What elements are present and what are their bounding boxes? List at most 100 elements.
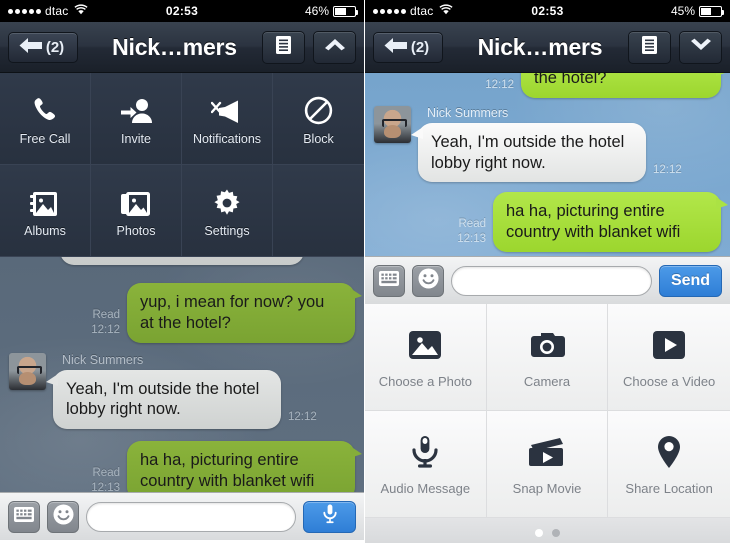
message-meta: Read 12:13 bbox=[457, 217, 486, 248]
read-status-label: Read bbox=[92, 308, 121, 321]
menu-item-free-call[interactable]: Free Call bbox=[0, 73, 91, 165]
message-row-in: Nick Summers Yeah, I'm outside the hotel… bbox=[365, 105, 730, 183]
menu-row-2: Albums Photos Settings bbox=[0, 165, 364, 257]
menu-item-photos[interactable]: Photos bbox=[91, 165, 182, 257]
video-play-icon bbox=[652, 326, 686, 364]
left-nav-actions bbox=[262, 30, 356, 64]
wifi-icon bbox=[74, 4, 89, 18]
message-bubble[interactable]: Yeah, I'm outside the hotel lobby right … bbox=[46, 369, 281, 430]
page-dot-1[interactable] bbox=[535, 529, 543, 537]
battery-percent-label: 46% bbox=[304, 4, 329, 18]
back-button[interactable]: (2) bbox=[8, 31, 78, 63]
expand-toggle-button[interactable] bbox=[313, 30, 356, 64]
voice-message-button[interactable] bbox=[303, 500, 356, 533]
add-person-icon bbox=[120, 91, 152, 125]
send-button[interactable]: Send bbox=[659, 264, 722, 297]
right-nav-actions bbox=[628, 30, 722, 64]
list-menu-icon bbox=[642, 35, 657, 59]
attachment-page-indicator[interactable] bbox=[365, 518, 730, 543]
gear-icon bbox=[213, 183, 241, 217]
emoji-button[interactable] bbox=[47, 500, 79, 533]
right-input-bar: Send bbox=[365, 256, 730, 304]
back-button-count: (2) bbox=[45, 38, 65, 56]
attachment-label: Camera bbox=[523, 373, 571, 389]
signal-dots-icon bbox=[373, 8, 406, 14]
menu-item-albums[interactable]: Albums bbox=[0, 165, 91, 257]
message-bubble[interactable]: Yeah, I'm outside the hotel lobby right … bbox=[411, 122, 646, 183]
menu-item-label: Invite bbox=[121, 132, 151, 146]
battery-icon bbox=[333, 5, 358, 17]
attachment-audio-message[interactable]: Audio Message bbox=[365, 411, 487, 518]
left-screen: dtac 02:53 46% (2) Nick…mers Free Call I… bbox=[0, 0, 365, 543]
right-status-carrier-group: dtac bbox=[373, 4, 454, 18]
message-input[interactable] bbox=[86, 501, 296, 532]
attachment-choose-a-video[interactable]: Choose a Video bbox=[608, 304, 730, 411]
smiley-icon bbox=[53, 504, 74, 530]
emoji-button[interactable] bbox=[412, 264, 444, 297]
attachment-choose-a-photo[interactable]: Choose a Photo bbox=[365, 304, 487, 411]
back-arrow-icon bbox=[18, 37, 44, 58]
left-chat-area[interactable]: Read 12:12 yup, i mean for now? you at t… bbox=[0, 257, 364, 492]
right-screen: dtac 02:53 45% (2) Nick…mers 12:12 the h… bbox=[365, 0, 730, 543]
muted-megaphone-icon bbox=[211, 91, 243, 125]
message-row-in: Nick Summers Yeah, I'm outside the hotel… bbox=[0, 352, 364, 430]
back-button[interactable]: (2) bbox=[373, 31, 443, 63]
avatar[interactable] bbox=[374, 105, 411, 143]
message-bubble[interactable]: ha ha, picturing entire country with bla… bbox=[127, 441, 362, 492]
camera-icon bbox=[529, 326, 565, 364]
message-bubble[interactable]: ha ha, picturing entire country with bla… bbox=[493, 192, 728, 252]
sender-name-label: Nick Summers bbox=[427, 105, 509, 120]
menu-item-settings[interactable]: Settings bbox=[182, 165, 273, 257]
message-row-out: Read 12:12 the hotel? bbox=[365, 73, 730, 98]
battery-percent-label: 45% bbox=[670, 4, 695, 18]
menu-item-label: Free Call bbox=[19, 132, 71, 146]
avatar[interactable] bbox=[9, 352, 46, 390]
attachment-label: Audio Message bbox=[380, 480, 471, 496]
message-meta: Read 12:12 bbox=[485, 73, 514, 94]
partial-bubble-top bbox=[60, 257, 304, 265]
chevron-down-icon bbox=[690, 38, 712, 56]
attachment-snap-movie[interactable]: Snap Movie bbox=[486, 411, 609, 518]
menu-item-block[interactable]: Block bbox=[273, 73, 364, 165]
right-status-battery-group: 45% bbox=[670, 4, 724, 18]
attachment-label: Choose a Video bbox=[623, 373, 716, 389]
wifi-icon bbox=[439, 4, 454, 18]
menu-item-label: Settings bbox=[204, 224, 250, 238]
attachment-share-location[interactable]: Share Location bbox=[608, 411, 730, 518]
message-time-label: 12:12 bbox=[653, 163, 682, 176]
message-row-out: Read 12:13 ha ha, picturing entire count… bbox=[365, 192, 730, 252]
collapse-toggle-button[interactable] bbox=[679, 30, 722, 64]
page-dot-2[interactable] bbox=[552, 529, 560, 537]
message-in-column: Nick Summers Yeah, I'm outside the hotel… bbox=[411, 105, 682, 183]
albums-icon bbox=[30, 183, 60, 217]
list-menu-button[interactable] bbox=[262, 30, 305, 64]
keyboard-button[interactable] bbox=[373, 264, 405, 297]
attachment-row-2: Audio Message Snap Movie Share Location bbox=[365, 411, 730, 518]
carrier-label: dtac bbox=[410, 4, 434, 18]
right-chat-area[interactable]: Read 12:12 the hotel? Nick Summers Yeah,… bbox=[365, 73, 730, 256]
attachment-camera[interactable]: Camera bbox=[486, 304, 609, 411]
menu-item-label: Photos bbox=[116, 224, 156, 238]
chevron-up-icon bbox=[324, 38, 346, 56]
left-status-bar: dtac 02:53 46% bbox=[0, 0, 364, 22]
attachment-row-1: Choose a Photo Camera Choose a Video bbox=[365, 304, 730, 411]
message-bubble[interactable]: yup, i mean for now? you at the hotel? bbox=[127, 283, 362, 343]
menu-item-invite[interactable]: Invite bbox=[91, 73, 182, 165]
list-menu-button[interactable] bbox=[628, 30, 671, 64]
message-bubble[interactable]: the hotel? bbox=[521, 73, 728, 98]
phone-icon bbox=[30, 91, 60, 125]
left-status-battery-group: 46% bbox=[304, 4, 358, 18]
read-status-label: Read bbox=[92, 466, 121, 479]
message-time-label: 12:12 bbox=[288, 410, 317, 423]
battery-icon bbox=[699, 5, 724, 17]
message-time-label: 12:13 bbox=[457, 233, 486, 246]
message-meta: 12:12 bbox=[653, 163, 682, 179]
menu-item-empty bbox=[273, 165, 364, 257]
screenshot-root: dtac 02:53 46% (2) Nick…mers Free Call I… bbox=[0, 0, 730, 543]
keyboard-button[interactable] bbox=[8, 500, 40, 533]
menu-item-label: Block bbox=[303, 132, 334, 146]
photos-icon bbox=[121, 183, 151, 217]
message-input[interactable] bbox=[451, 265, 652, 296]
menu-item-notifications[interactable]: Notifications bbox=[182, 73, 273, 165]
menu-row-1: Free Call Invite Notifications Block bbox=[0, 73, 364, 165]
